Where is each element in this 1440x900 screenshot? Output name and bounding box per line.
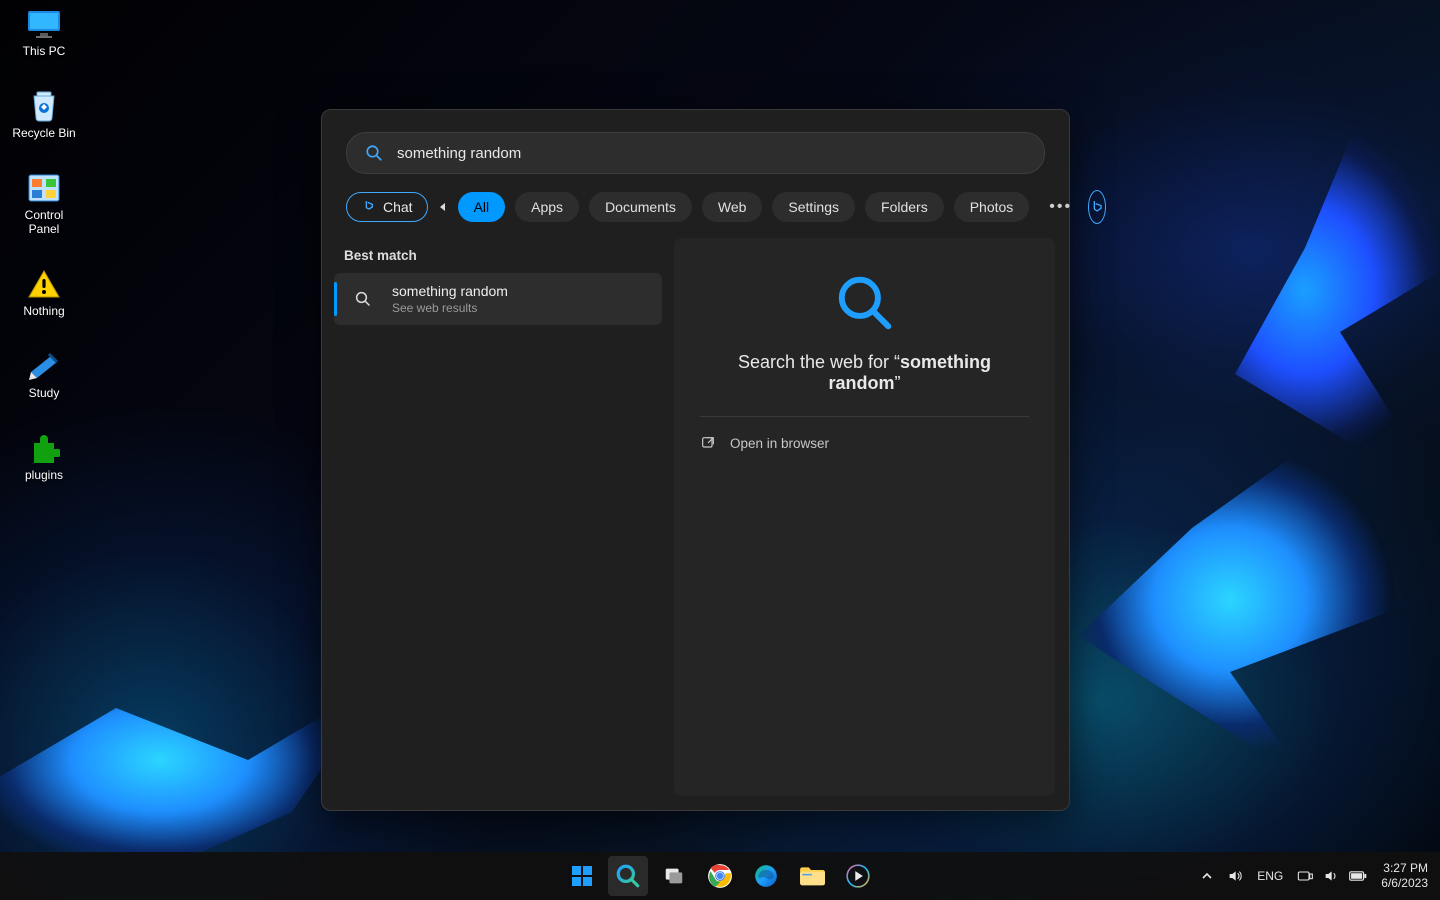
more-filters-button[interactable]: ••• [1049, 198, 1072, 216]
search-results-column: Best match something random See web resu… [322, 238, 674, 810]
search-icon [348, 284, 378, 314]
clock-date: 6/6/2023 [1381, 876, 1428, 891]
chat-label: Chat [383, 199, 413, 215]
search-filters-row: Chat All Apps Documents Web Settings Fol… [322, 174, 1069, 238]
system-tray: ENG 3:27 PM 6/6/2023 [1201, 861, 1440, 891]
desktop-icon-plugins[interactable]: plugins [8, 432, 80, 482]
result-subtitle: See web results [392, 301, 508, 315]
preview-prefix: Search the web for “ [738, 352, 900, 372]
start-search-panel: Chat All Apps Documents Web Settings Fol… [321, 109, 1070, 811]
filter-label: All [474, 199, 490, 215]
bing-icon [1089, 199, 1105, 215]
result-title: something random [392, 283, 508, 299]
taskbar-app-edge[interactable] [746, 856, 786, 896]
filters-scroll-left[interactable] [438, 196, 448, 218]
task-view-button[interactable] [654, 856, 694, 896]
desktop-icon-label: Nothing [23, 304, 64, 318]
search-bar[interactable] [346, 132, 1045, 174]
filter-web[interactable]: Web [702, 192, 763, 222]
taskbar-app-chrome[interactable] [700, 856, 740, 896]
filter-folders[interactable]: Folders [865, 192, 944, 222]
wallpaper-flame-decor [1130, 80, 1440, 500]
desktop-icon-label: Control Panel [8, 208, 80, 236]
filter-apps[interactable]: Apps [515, 192, 579, 222]
desktop-icon-label: Recycle Bin [12, 126, 75, 140]
puzzle-icon [24, 432, 64, 464]
bing-button[interactable] [1088, 190, 1106, 224]
search-preview-pane: Search the web for “something random” Op… [674, 238, 1055, 796]
tray-chevron-up-icon[interactable] [1201, 870, 1213, 882]
taskbar-center-apps [562, 856, 878, 896]
tray-volume-icon[interactable] [1227, 868, 1243, 884]
desktop-icon-this-pc[interactable]: This PC [8, 8, 80, 58]
open-in-browser-label: Open in browser [730, 436, 829, 451]
search-result-item[interactable]: something random See web results [334, 273, 662, 325]
open-external-icon [700, 435, 716, 451]
volume-icon [1323, 868, 1339, 884]
recycle-bin-icon [24, 90, 64, 122]
filter-label: Folders [881, 199, 928, 215]
taskbar-clock[interactable]: 3:27 PM 6/6/2023 [1381, 861, 1428, 891]
taskbar: ENG 3:27 PM 6/6/2023 [0, 852, 1440, 900]
bing-chat-icon [361, 199, 377, 215]
desktop-icon-study[interactable]: Study [8, 350, 80, 400]
desktop-icon-recycle-bin[interactable]: Recycle Bin [8, 90, 80, 140]
filter-label: Photos [970, 199, 1014, 215]
network-icon [1297, 869, 1313, 883]
wallpaper-flame-decor [1040, 420, 1420, 780]
filter-settings[interactable]: Settings [772, 192, 855, 222]
search-icon [834, 272, 896, 334]
filter-documents[interactable]: Documents [589, 192, 692, 222]
warning-icon [24, 268, 64, 300]
preview-suffix: ” [895, 373, 901, 393]
filter-photos[interactable]: Photos [954, 192, 1030, 222]
filter-all[interactable]: All [458, 192, 506, 222]
start-button[interactable] [562, 856, 602, 896]
desktop-icon-control-panel[interactable]: Control Panel [8, 172, 80, 236]
control-panel-icon [24, 172, 64, 204]
desktop-icon-nothing[interactable]: Nothing [8, 268, 80, 318]
desktop-icon-label: This PC [23, 44, 66, 58]
taskbar-search-button[interactable] [608, 856, 648, 896]
best-match-heading: Best match [344, 248, 662, 263]
battery-icon [1349, 870, 1367, 882]
filter-label: Apps [531, 199, 563, 215]
search-icon [365, 144, 383, 162]
open-in-browser-action[interactable]: Open in browser [694, 417, 1035, 469]
filter-label: Web [718, 199, 747, 215]
notebook-icon [24, 350, 64, 382]
taskbar-app-file-explorer[interactable] [792, 856, 832, 896]
desktop-icon-label: plugins [25, 468, 63, 482]
clock-time: 3:27 PM [1381, 861, 1428, 876]
preview-title: Search the web for “something random” [700, 352, 1029, 417]
tray-language-label[interactable]: ENG [1257, 869, 1283, 883]
desktop-icon-label: Study [29, 386, 60, 400]
filter-label: Settings [788, 199, 839, 215]
tray-quick-settings[interactable] [1297, 868, 1367, 884]
chat-button[interactable]: Chat [346, 192, 428, 222]
monitor-icon [24, 8, 64, 40]
filter-label: Documents [605, 199, 676, 215]
desktop-icon-grid: This PC Recycle Bin Control Panel Nothin… [0, 0, 88, 516]
search-input[interactable] [395, 144, 1026, 163]
taskbar-app-media-player[interactable] [838, 856, 878, 896]
